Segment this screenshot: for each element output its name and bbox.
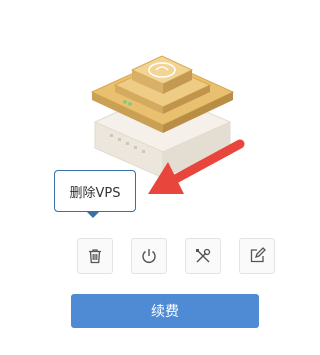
renew-label: 续费 — [151, 304, 179, 320]
tooltip-arrow — [86, 211, 100, 218]
trash-icon — [89, 249, 101, 264]
delete-vps-tooltip: 删除VPS — [54, 170, 136, 212]
edit-button[interactable] — [239, 238, 275, 274]
tooltip-text: 删除VPS — [69, 185, 121, 201]
renew-button[interactable]: 续费 — [71, 294, 259, 328]
edit-icon — [250, 247, 266, 263]
action-bar — [77, 238, 275, 274]
settings-button[interactable] — [185, 238, 221, 274]
power-button[interactable] — [131, 238, 167, 274]
power-icon — [142, 249, 156, 263]
delete-button[interactable] — [77, 238, 113, 274]
pointer-arrow-icon — [148, 139, 245, 194]
tools-icon — [196, 248, 211, 263]
